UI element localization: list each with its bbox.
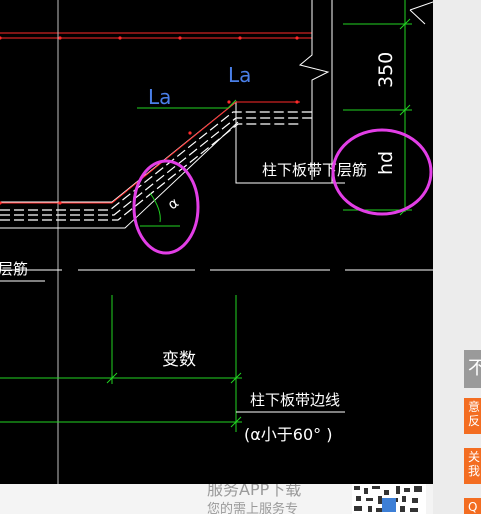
label-column-edge: 柱下板带边线 (250, 391, 340, 409)
dim-hd: hd (375, 151, 397, 175)
screenshot-stage: La La 柱下板带下层筋 350 hd α 层筋 变数 柱下板带边线 (α小于… (0, 0, 481, 514)
side-tab-grey[interactable]: 不 (464, 350, 481, 388)
cad-drawing-canvas: La La 柱下板带下层筋 350 hd α 层筋 变数 柱下板带边线 (α小于… (0, 0, 433, 484)
service-text: 您的需上服务专 (207, 502, 299, 514)
label-la-upper: La (228, 63, 251, 87)
dim-350: 350 (375, 52, 397, 88)
label-column-lower-bar: 柱下板带下层筋 (262, 161, 367, 179)
label-layer-bar: 层筋 (0, 260, 28, 278)
cad-background (0, 0, 433, 484)
label-la-lower: La (148, 85, 171, 109)
qq-tab[interactable]: Q (464, 498, 481, 514)
qr-code-icon (352, 484, 426, 514)
label-variable: 变数 (162, 350, 196, 370)
feedback-tab[interactable]: 意反 (464, 398, 481, 434)
about-us-tab[interactable]: 关我 (464, 448, 481, 484)
label-angle-condition: (α小于60° ) (244, 425, 332, 444)
right-side-panel (433, 0, 481, 514)
